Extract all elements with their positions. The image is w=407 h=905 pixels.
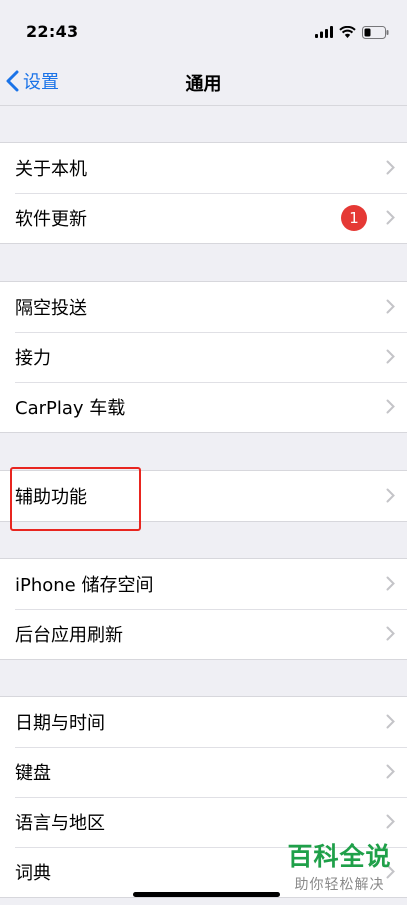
settings-group-connectivity: 隔空投送 接力 CarPlay 车载 <box>0 281 407 433</box>
navigation-bar: 设置 通用 <box>0 60 407 106</box>
list-item-accessibility[interactable]: 辅助功能 <box>0 471 407 521</box>
watermark: 百科全说 助你轻松解决 <box>282 842 397 894</box>
list-item-label: 软件更新 <box>15 209 87 230</box>
status-bar: 22:43 <box>0 0 407 60</box>
chevron-right-icon <box>386 714 395 729</box>
list-item-iphone-storage[interactable]: iPhone 储存空间 <box>0 559 407 609</box>
notification-badge: 1 <box>341 205 367 231</box>
list-item-language-region[interactable]: 语言与地区 <box>0 797 407 847</box>
chevron-right-icon <box>386 814 395 829</box>
list-item-handoff[interactable]: 接力 <box>0 332 407 382</box>
chevron-right-icon <box>386 299 395 314</box>
page-title: 通用 <box>185 74 222 95</box>
chevron-right-icon <box>386 764 395 779</box>
list-item-keyboard[interactable]: 键盘 <box>0 747 407 797</box>
list-item-label: iPhone 储存空间 <box>15 575 154 596</box>
settings-group-storage: iPhone 储存空间 后台应用刷新 <box>0 558 407 660</box>
list-item-software-update[interactable]: 软件更新 1 <box>0 193 407 243</box>
list-item-label: 键盘 <box>15 763 51 784</box>
list-item-label: 辅助功能 <box>15 487 87 508</box>
status-time: 22:43 <box>26 22 79 41</box>
list-item-label: 日期与时间 <box>15 713 105 734</box>
settings-group-about: 关于本机 软件更新 1 <box>0 142 407 244</box>
list-item-date-time[interactable]: 日期与时间 <box>0 697 407 747</box>
list-item-carplay[interactable]: CarPlay 车载 <box>0 382 407 432</box>
list-item-label: 词典 <box>15 863 51 884</box>
wifi-icon <box>339 26 356 38</box>
cellular-signal-icon <box>315 26 333 38</box>
list-item-label: 后台应用刷新 <box>15 625 123 646</box>
status-icons <box>315 24 389 40</box>
list-item-background-refresh[interactable]: 后台应用刷新 <box>0 609 407 659</box>
chevron-right-icon <box>386 488 395 503</box>
watermark-title: 百科全说 <box>287 842 392 871</box>
chevron-right-icon <box>386 160 395 175</box>
chevron-right-icon <box>386 399 395 414</box>
list-item-label: CarPlay 车载 <box>15 398 126 419</box>
list-item-about[interactable]: 关于本机 <box>0 143 407 193</box>
home-indicator[interactable] <box>133 892 280 897</box>
chevron-right-icon <box>386 210 395 225</box>
settings-group-accessibility: 辅助功能 <box>0 470 407 522</box>
chevron-right-icon <box>386 626 395 641</box>
chevron-right-icon <box>386 576 395 591</box>
list-item-label: 隔空投送 <box>15 298 87 319</box>
list-item-label: 语言与地区 <box>15 813 105 834</box>
chevron-right-icon <box>386 349 395 364</box>
list-item-airdrop[interactable]: 隔空投送 <box>0 282 407 332</box>
battery-icon <box>362 25 389 39</box>
list-item-label: 关于本机 <box>15 159 87 180</box>
watermark-subtitle: 助你轻松解决 <box>294 877 385 893</box>
list-item-label: 接力 <box>15 348 51 369</box>
